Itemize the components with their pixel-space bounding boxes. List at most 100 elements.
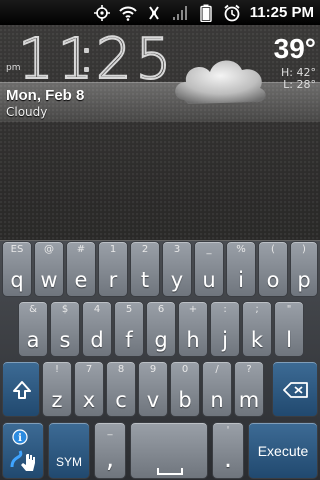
key-z[interactable]: ! z [42, 361, 72, 417]
key-alt-symbol: # [76, 244, 86, 255]
key-letter: . [223, 444, 233, 474]
battery-icon [196, 3, 216, 23]
key-c[interactable]: 8c [106, 361, 136, 417]
key-alt-symbol: $ [61, 304, 69, 315]
status-bar: 11:25 PM [0, 0, 320, 25]
key-letter: x [82, 388, 96, 412]
key-alt-symbol: ! [54, 364, 59, 375]
key-alt-symbol: 3 [173, 244, 181, 255]
key-alt-symbol: " [286, 304, 292, 315]
key-v[interactable]: 9v [138, 361, 168, 417]
key-letter: r [108, 268, 118, 292]
key-alt-symbol: ; [255, 304, 259, 315]
key-letter: m [238, 388, 260, 412]
info-swype-icon: i [10, 429, 38, 477]
key-letter: v [146, 388, 160, 412]
key-q[interactable]: ES q [2, 241, 32, 297]
temp-low: L: 28° [283, 78, 316, 91]
key-w[interactable]: @ w [34, 241, 64, 297]
key-letter: z [51, 388, 63, 412]
key-alt-symbol: / [215, 364, 219, 375]
key-alt-symbol: + [188, 304, 198, 315]
key-alt-symbol: @ [44, 244, 54, 255]
signal-bars-icon [170, 3, 190, 23]
key-letter: w [40, 268, 58, 292]
key-m[interactable]: ? m [234, 361, 264, 417]
key-alt-symbol: 4 [93, 304, 101, 315]
key-letter: n [210, 388, 224, 412]
key-x[interactable]: 7x [74, 361, 104, 417]
key-letter: h [186, 328, 200, 352]
shift-arrow-icon [12, 380, 32, 404]
key-r[interactable]: 1r [98, 241, 128, 297]
key-letter: c [115, 388, 127, 412]
key-alt-symbol: 0 [181, 364, 189, 375]
no-signal-icon [144, 3, 164, 23]
key-letter: k [250, 328, 264, 352]
key-u[interactable]: _ u [194, 241, 224, 297]
key-letter: s [59, 328, 71, 352]
key-j[interactable]: :j [210, 301, 240, 357]
key-l[interactable]: " l [274, 301, 304, 357]
swype-keyboard: ES q @ w # e 1r 2t 3y _ u % i (o ) p & a $ s 4d … [0, 240, 320, 480]
key-letter: a [26, 328, 40, 352]
key-letter: f [125, 328, 133, 352]
key-alt-symbol: 6 [157, 304, 165, 315]
key-o[interactable]: (o [258, 241, 288, 297]
key-period[interactable]: '. [212, 422, 244, 479]
key-letter: e [74, 268, 88, 292]
key-alt-symbol: ' [226, 425, 230, 436]
key-letter: , [105, 444, 115, 474]
key-letter: d [90, 328, 104, 352]
key-letter: i [238, 268, 244, 292]
key-alt-symbol: 9 [149, 364, 157, 375]
status-clock: 11:25 PM [249, 4, 314, 21]
shift-key[interactable] [2, 361, 40, 417]
key-y[interactable]: 3y [162, 241, 192, 297]
key-s[interactable]: $ s [50, 301, 80, 357]
cloud-icon [170, 48, 270, 112]
key-d[interactable]: 4d [82, 301, 112, 357]
swype-info-key[interactable]: i [2, 422, 44, 479]
key-f[interactable]: 5f [114, 301, 144, 357]
key-alt-symbol: 2 [141, 244, 149, 255]
key-alt-symbol: ) [302, 244, 306, 255]
space-bar-icon [157, 461, 183, 480]
key-letter: j [222, 328, 228, 352]
weather-condition: Cloudy [6, 105, 48, 119]
key-letter: q [10, 268, 24, 292]
key-p[interactable]: ) p [290, 241, 318, 297]
key-a[interactable]: & a [18, 301, 48, 357]
key-k[interactable]: ; k [242, 301, 272, 357]
key-alt-symbol: _ [206, 244, 212, 255]
key-letter: l [286, 328, 292, 352]
clock-weather-widget[interactable]: pm 11 25 Mon, Feb 8 Cloudy 39° H: 42° L:… [0, 27, 320, 128]
temperature: 39° [273, 33, 316, 64]
key-t[interactable]: 2t [130, 241, 160, 297]
key-alt-symbol: _ [107, 425, 113, 436]
key-g[interactable]: 6g [146, 301, 176, 357]
svg-text:i: i [18, 433, 22, 444]
alarm-icon [222, 3, 242, 23]
space-key[interactable] [130, 422, 208, 479]
key-n[interactable]: / n [202, 361, 232, 417]
key-h[interactable]: + h [178, 301, 208, 357]
key-letter: o [266, 268, 280, 292]
gps-icon [92, 3, 112, 23]
key-e[interactable]: # e [66, 241, 96, 297]
key-comma[interactable]: _, [94, 422, 126, 479]
key-letter: y [170, 268, 184, 292]
key-b[interactable]: 0b [170, 361, 200, 417]
sym-key[interactable]: SYM [48, 422, 90, 479]
key-alt-symbol: & [29, 304, 37, 315]
key-alt-symbol: ( [271, 244, 275, 255]
key-alt-symbol: 7 [85, 364, 93, 375]
key-alt-symbol: 5 [125, 304, 133, 315]
execute-key[interactable]: Execute [248, 422, 318, 479]
key-i[interactable]: % i [226, 241, 256, 297]
wifi-icon [118, 3, 138, 23]
date-weather-bar: Mon, Feb 8 Cloudy [0, 82, 320, 122]
key-alt-symbol: 1 [109, 244, 117, 255]
key-letter: b [178, 388, 192, 412]
backspace-key[interactable] [272, 361, 318, 417]
